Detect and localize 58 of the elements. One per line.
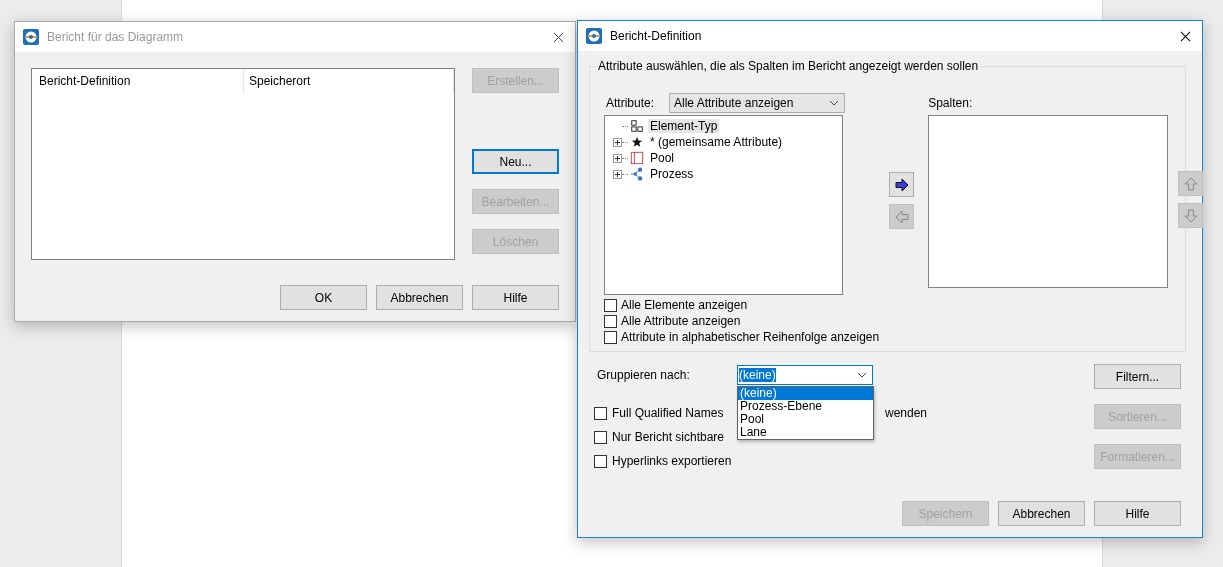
dialog-button[interactable]: OK <box>280 285 367 310</box>
checkbox-label: Hyperlinks exportieren <box>612 454 732 468</box>
dialog-button[interactable]: Abbrechen <box>376 285 463 310</box>
squares-icon <box>630 119 644 133</box>
close-icon[interactable] <box>553 31 564 43</box>
checkbox[interactable] <box>604 314 617 328</box>
tree-item[interactable]: Element-Typ <box>648 119 720 133</box>
column-header[interactable]: Speicherort <box>244 69 454 93</box>
attribute-dropdown[interactable]: Alle Attribute anzeigen <box>669 93 845 113</box>
arrow-icon <box>1182 207 1199 224</box>
app-icon <box>586 28 602 44</box>
dropdown-option[interactable]: Prozess-Ebene <box>738 399 873 413</box>
column-header[interactable]: Bericht-Definition <box>32 69 244 93</box>
checkbox[interactable] <box>604 298 617 312</box>
window-title: Bericht für das Diagramm <box>47 30 185 44</box>
dialog-button[interactable]: Abbrechen <box>998 501 1085 526</box>
rectangle-icon <box>630 151 644 165</box>
checkbox-label: Attribute in alphabetischer Reihenfolge anzeigen <box>621 330 880 344</box>
star-icon <box>630 135 644 149</box>
arrow-icon <box>893 176 910 193</box>
report-list[interactable]: Bericht-Definition Speicherort <box>31 68 455 260</box>
checkbox-label: Alle Attribute anzeigen <box>621 314 741 328</box>
field-label: Gruppieren nach: <box>597 367 691 382</box>
dialog-button[interactable]: Hilfe <box>472 285 559 310</box>
expand-icon[interactable] <box>613 137 622 147</box>
checkbox[interactable] <box>604 330 617 344</box>
arrow-button[interactable] <box>889 172 915 197</box>
dropdown-option[interactable]: (keine) <box>738 386 873 400</box>
checkbox-label: Full Qualified Names <box>612 406 724 420</box>
group-by-dropdown[interactable]: (keine) <box>737 364 873 385</box>
expand-icon[interactable] <box>613 169 622 179</box>
checkbox[interactable] <box>594 406 607 420</box>
checkbox-label: Alle Elemente anzeigen <box>621 298 748 312</box>
expand-icon[interactable] <box>613 153 622 163</box>
tree-item[interactable]: Pool <box>648 151 677 165</box>
arrow-icon <box>893 208 910 225</box>
attribute-tree[interactable]: Element-Typ * (gemeinsame Attribute) Pool Prozess <box>604 115 843 295</box>
dropdown-option[interactable]: Lane <box>738 425 873 439</box>
nodes-icon <box>630 167 644 181</box>
tree-item[interactable]: * (gemeinsame Attribute) <box>648 135 785 149</box>
dialog-button[interactable]: Hilfe <box>1094 501 1181 526</box>
arrow-icon <box>1182 175 1199 192</box>
close-icon[interactable] <box>1180 30 1191 42</box>
field-label: Spalten: <box>928 96 973 110</box>
dialog-button[interactable]: Filtern... <box>1094 364 1181 389</box>
group-legend: Attribute auswählen, die als Spalten im Bericht angezeigt werden sollen <box>596 59 981 73</box>
dropdown-option[interactable]: Pool <box>738 412 873 426</box>
checkbox-label: wenden <box>885 406 928 420</box>
app-icon <box>23 29 39 45</box>
checkbox-label: Nur Bericht sichtbare <box>612 430 725 444</box>
field-label: Attribute: <box>605 96 656 110</box>
tree-item[interactable]: Prozess <box>648 167 696 181</box>
chevron-icon <box>829 100 839 106</box>
checkbox[interactable] <box>594 430 607 444</box>
checkbox[interactable] <box>594 454 607 468</box>
window-title: Bericht-Definition <box>610 29 703 43</box>
chevron-icon <box>857 371 867 378</box>
dialog-button[interactable]: Neu... <box>472 149 559 174</box>
